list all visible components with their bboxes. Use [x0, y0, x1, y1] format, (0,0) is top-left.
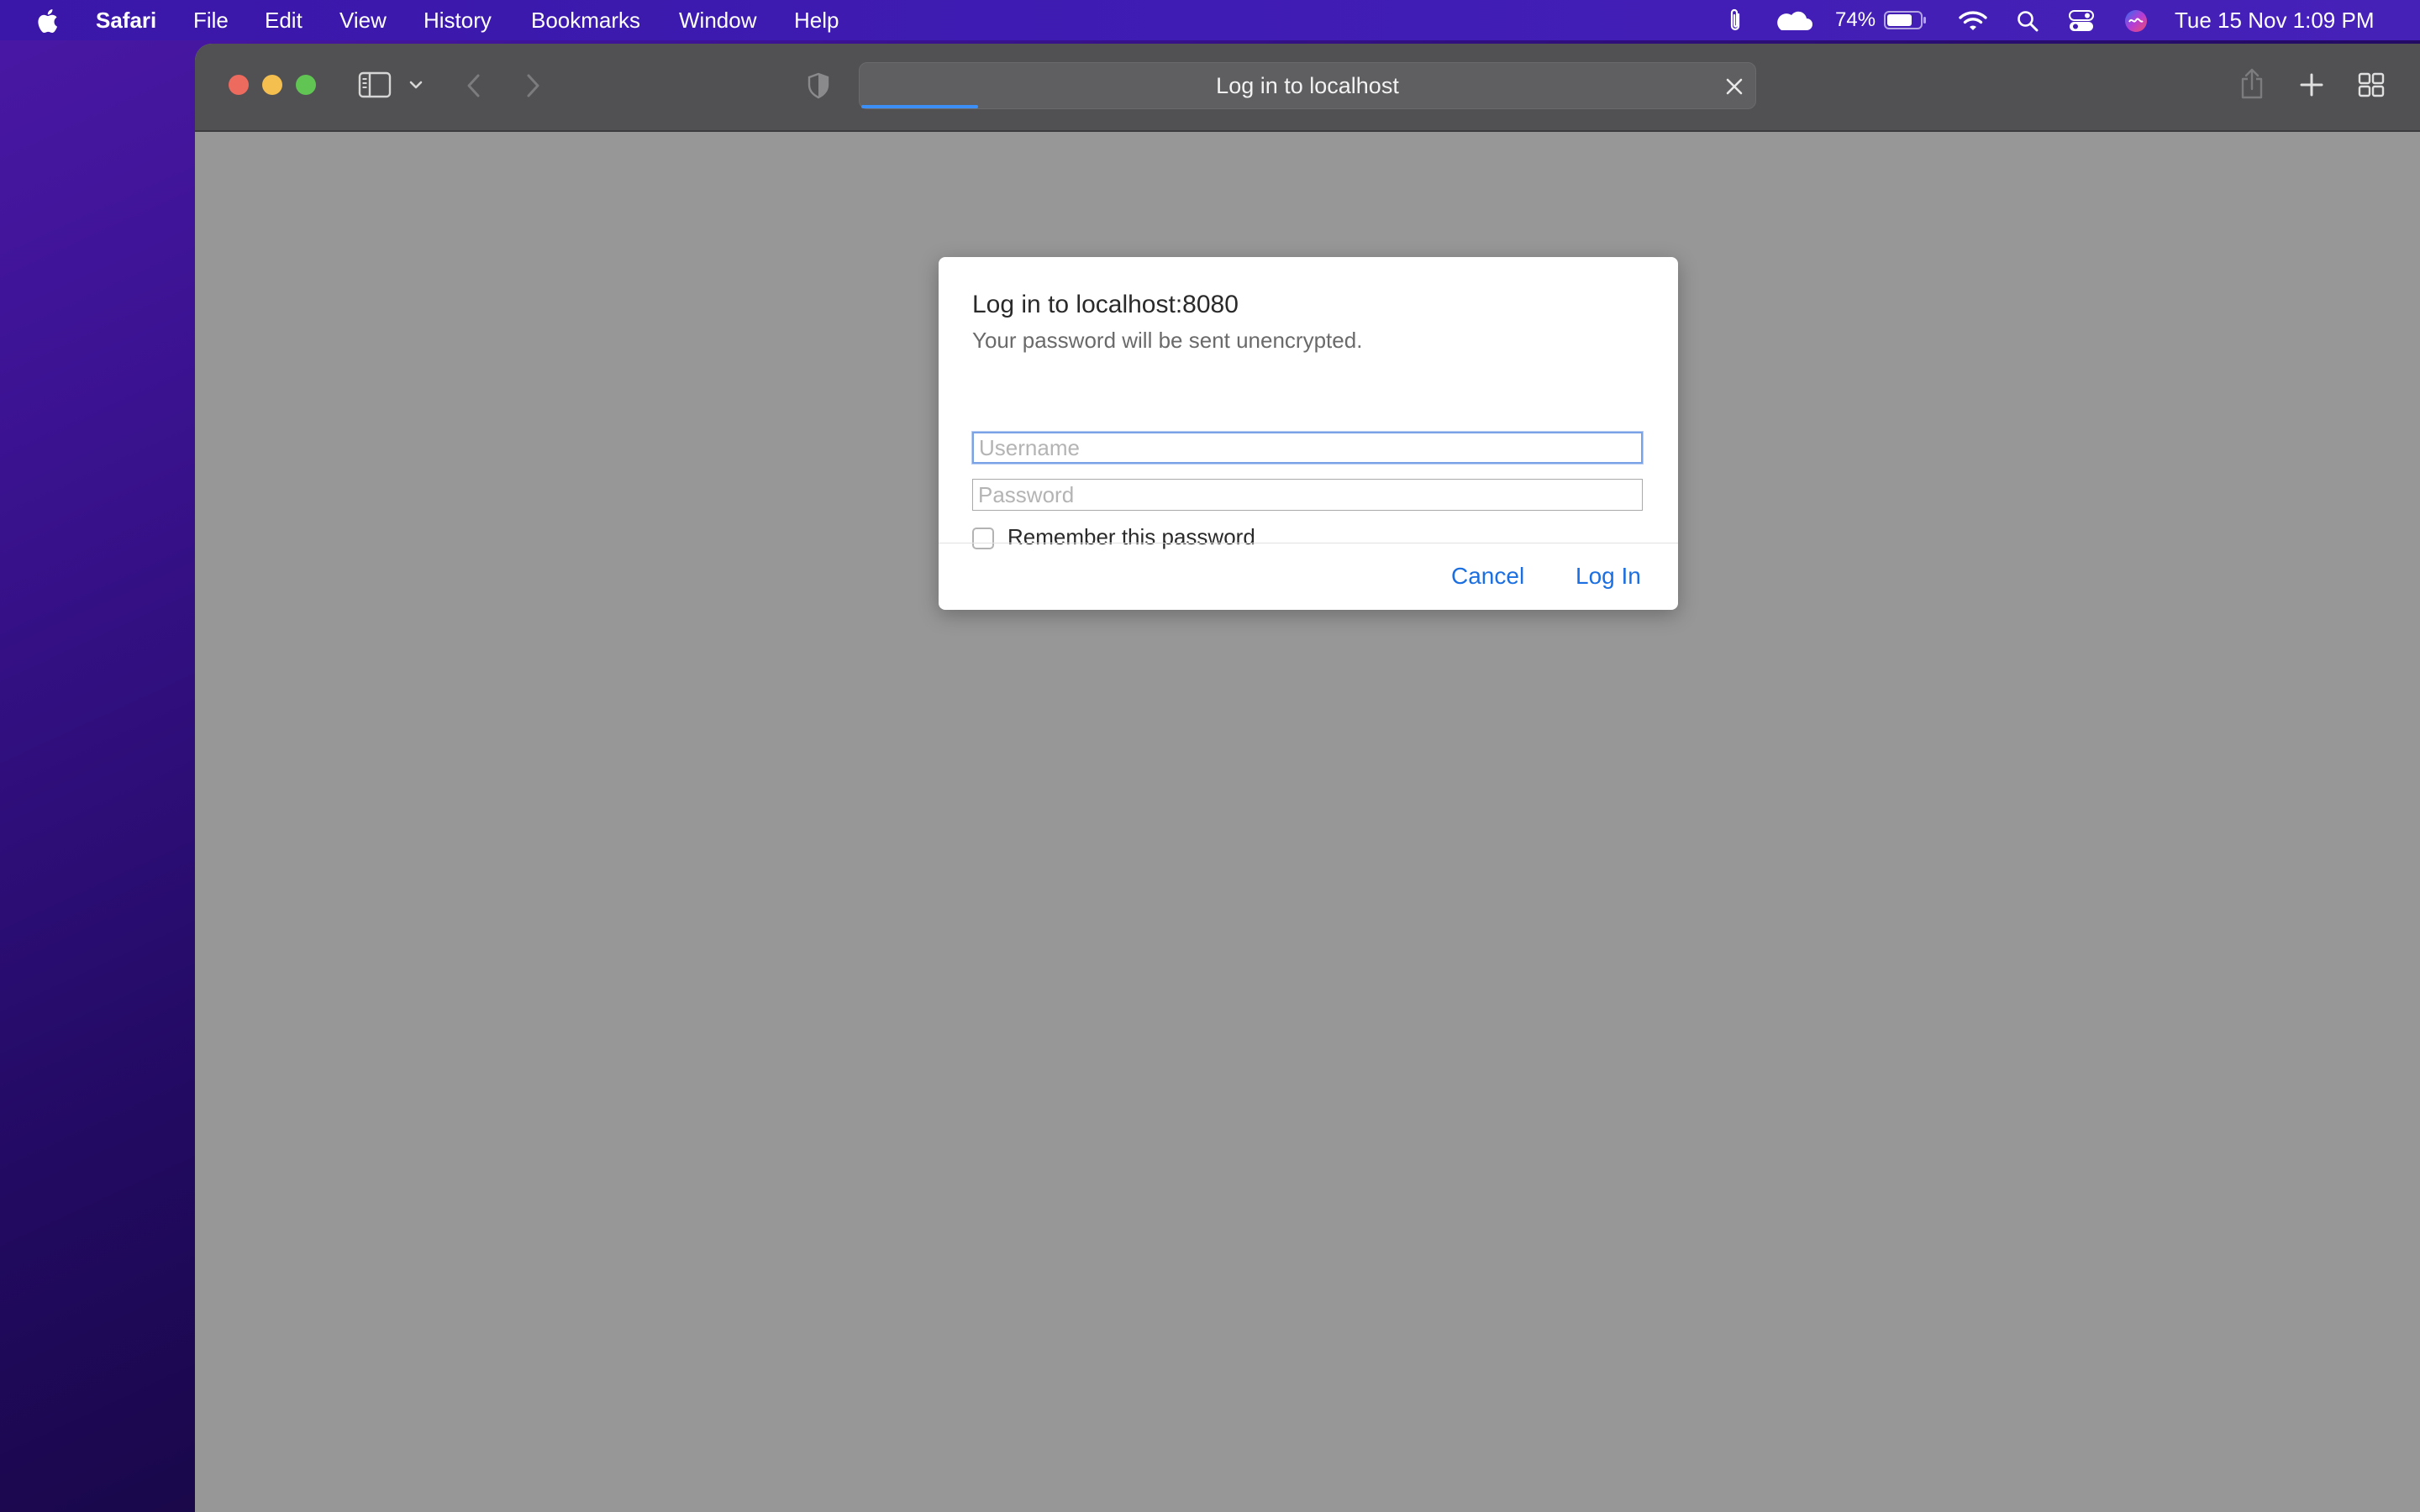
remember-password-label[interactable]: Remember this password — [1007, 524, 1255, 550]
menu-file[interactable]: File — [193, 0, 229, 40]
share-icon[interactable] — [2238, 67, 2265, 101]
dialog-title: Log in to localhost:8080 — [972, 291, 1239, 318]
apple-icon[interactable] — [35, 8, 59, 34]
minimize-window-button[interactable] — [262, 75, 282, 95]
close-window-button[interactable] — [229, 75, 249, 95]
remember-password-checkbox[interactable] — [972, 528, 994, 549]
page-title: Log in to localhost — [1216, 73, 1399, 98]
close-icon[interactable] — [1725, 77, 1744, 96]
username-field[interactable] — [972, 432, 1643, 464]
menu-bar: Safari File Edit View History Bookmarks … — [0, 0, 2420, 40]
siri-icon[interactable] — [2124, 9, 2148, 33]
menu-edit[interactable]: Edit — [265, 0, 302, 40]
sidebar-icon[interactable] — [358, 71, 392, 98]
menu-history[interactable]: History — [424, 0, 492, 40]
forward-icon[interactable] — [523, 72, 543, 99]
login-dialog: Log in to localhost:8080 Your password w… — [939, 257, 1678, 610]
search-icon[interactable] — [2017, 10, 2039, 32]
plus-icon[interactable] — [2299, 72, 2324, 97]
menu-window[interactable]: Window — [679, 0, 756, 40]
dialog-subtitle: Your password will be sent unencrypted. — [972, 328, 1363, 353]
safari-window: Log in to localhost Log in to localhost:… — [195, 44, 2420, 1512]
zoom-window-button[interactable] — [296, 75, 316, 95]
password-field[interactable] — [972, 479, 1643, 511]
back-icon[interactable] — [464, 72, 484, 99]
paperclip-icon[interactable] — [1726, 8, 1744, 34]
menu-bookmarks[interactable]: Bookmarks — [531, 0, 640, 40]
battery-icon[interactable] — [1884, 10, 1928, 30]
log-in-button[interactable]: Log In — [1576, 563, 1641, 590]
wifi-icon[interactable] — [1958, 9, 1988, 33]
menubar-clock[interactable]: Tue 15 Nov 1:09 PM — [2175, 0, 2375, 40]
chevron-down-icon[interactable] — [408, 78, 424, 92]
privacy-shield-icon[interactable] — [807, 72, 830, 99]
safari-toolbar: Log in to localhost — [195, 44, 2420, 132]
tab-overview-icon[interactable] — [2358, 72, 2385, 97]
battery-percent: 74% — [1835, 8, 1876, 31]
app-menu-safari[interactable]: Safari — [96, 0, 156, 40]
control-center-icon[interactable] — [2069, 10, 2094, 32]
address-bar[interactable]: Log in to localhost — [859, 62, 1756, 109]
menu-help[interactable]: Help — [794, 0, 839, 40]
cloud-icon[interactable] — [1771, 10, 1813, 32]
cancel-button[interactable]: Cancel — [1451, 563, 1524, 590]
menu-view[interactable]: View — [339, 0, 387, 40]
page-load-progress — [861, 105, 978, 108]
